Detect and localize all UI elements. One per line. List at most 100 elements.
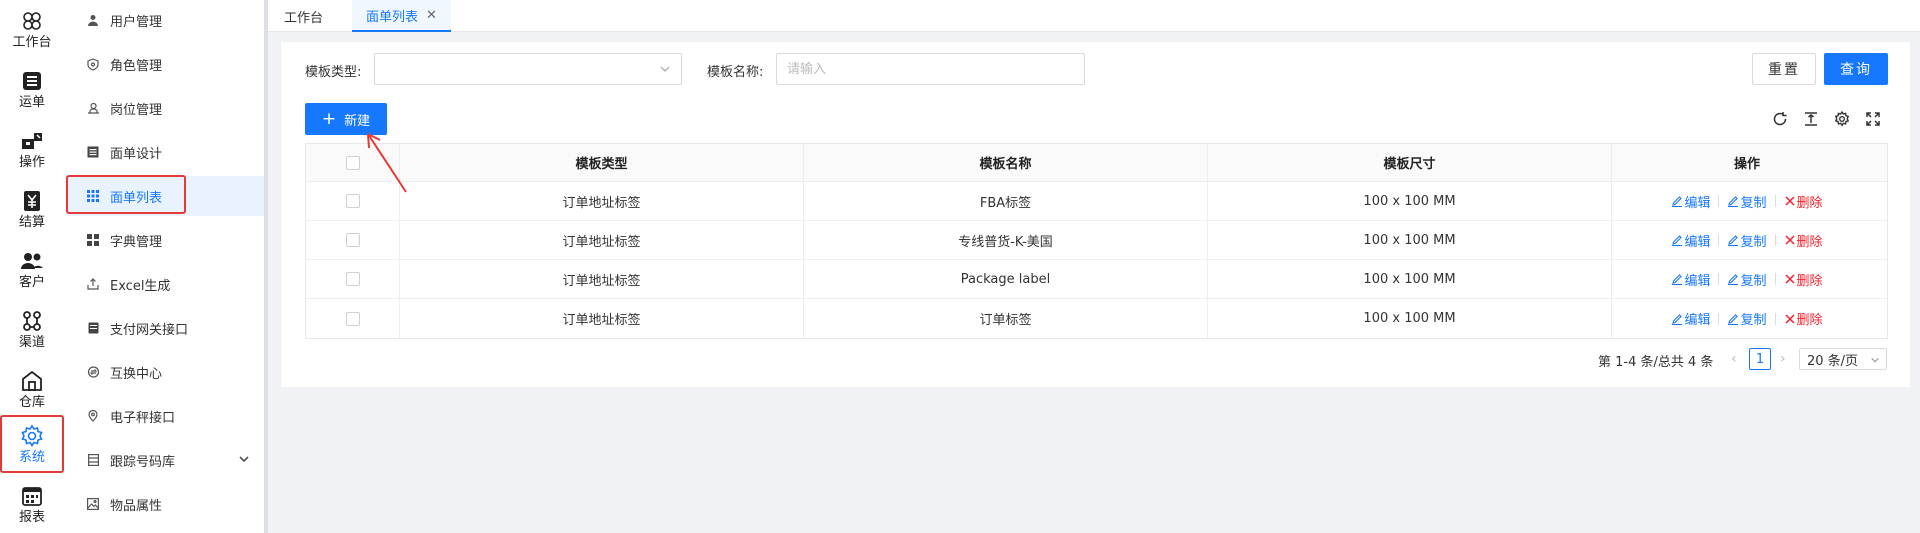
reset-button[interactable]: 重置 xyxy=(1752,53,1816,85)
submenu-item-exchange-center[interactable]: 互换中心 xyxy=(66,352,264,392)
rail-item-system[interactable]: 系统 xyxy=(0,415,64,473)
submenu-item-scale-interface[interactable]: 电子秤接口 xyxy=(66,396,264,436)
type-cell: 订单地址标签 xyxy=(400,221,804,259)
rail-item-label: 渠道 xyxy=(18,334,45,350)
delete-label: 删除 xyxy=(1796,273,1823,289)
template-table: 模板类型 模板名称 模板尺寸 操作 订单地址标签 FBA标签 100 x 100… xyxy=(305,143,1888,339)
copy-button[interactable]: 复制 xyxy=(1727,270,1767,289)
page-size-select[interactable]: 20 条/页 xyxy=(1799,348,1887,370)
submenu-item-dictionary[interactable]: 字典管理 xyxy=(66,220,264,260)
grid-icon xyxy=(86,189,100,203)
refresh-icon[interactable] xyxy=(1771,110,1789,128)
submenu-item-label-design[interactable]: 面单设计 xyxy=(66,132,264,172)
template-name-input[interactable] xyxy=(776,53,1085,85)
query-button[interactable]: 查询 xyxy=(1824,53,1888,85)
chevron-left-icon[interactable]: ‹ xyxy=(1731,351,1737,367)
list-icon xyxy=(19,68,45,94)
pagination-current-page[interactable]: 1 xyxy=(1749,348,1771,370)
edit-label: 编辑 xyxy=(1684,273,1711,289)
copy-label: 复制 xyxy=(1740,273,1767,289)
table-header-row: 模板类型 模板名称 模板尺寸 操作 xyxy=(306,144,1887,182)
edit-button[interactable]: 编辑 xyxy=(1671,192,1710,211)
delete-button[interactable]: 删除 xyxy=(1784,270,1823,289)
chevron-down-icon xyxy=(659,63,671,79)
copy-button[interactable]: 复制 xyxy=(1727,192,1767,211)
column-header[interactable]: 模板名称 xyxy=(804,144,1208,181)
column-height-icon[interactable] xyxy=(1802,110,1820,128)
rail-item-settlement[interactable]: 结算 xyxy=(0,180,64,238)
column-header[interactable]: 模板尺寸 xyxy=(1208,144,1612,181)
rail-item-warehouse[interactable]: 仓库 xyxy=(0,360,64,418)
tab-label: 工作台 xyxy=(284,10,324,26)
submenu-item-payment-gateway[interactable]: 支付网关接口 xyxy=(66,308,264,348)
copy-button[interactable]: 复制 xyxy=(1727,309,1767,328)
settings-icon[interactable] xyxy=(1833,110,1851,128)
submenu-item-label: 用户管理 xyxy=(110,14,163,30)
user-icon xyxy=(86,13,100,27)
row-checkbox[interactable] xyxy=(345,194,360,208)
chevron-right-icon[interactable]: › xyxy=(1780,351,1786,367)
edit-button[interactable]: 编辑 xyxy=(1671,231,1710,250)
rail-item-operate[interactable]: 操作 xyxy=(0,120,64,178)
table-row: 订单地址标签 Package label 100 x 100 MM 编辑 复制 … xyxy=(306,260,1887,299)
delete-icon xyxy=(1784,235,1795,245)
submenu-item-item-attributes[interactable]: 物品属性 xyxy=(66,484,264,524)
delete-button[interactable]: 删除 xyxy=(1784,231,1823,250)
close-icon[interactable]: ✕ xyxy=(426,8,437,23)
edit-button[interactable]: 编辑 xyxy=(1671,270,1710,289)
submenu-item-tracking-pool[interactable]: 跟踪号码库 xyxy=(66,440,264,480)
submenu-item-label-list[interactable]: 面单列表 xyxy=(66,176,264,216)
db-icon xyxy=(86,453,100,467)
type-cell: 订单地址标签 xyxy=(400,299,804,338)
tab-label-list[interactable]: 面单列表 ✕ xyxy=(352,0,451,32)
submenu-item-role-management[interactable]: 角色管理 xyxy=(66,44,264,84)
submenu-item-user-management[interactable]: 用户管理 xyxy=(66,0,264,40)
rail-item-workbench[interactable]: 工作台 xyxy=(0,0,64,58)
delete-label: 删除 xyxy=(1796,234,1823,250)
size-cell: 100 x 100 MM xyxy=(1208,182,1612,220)
template-name-label: 模板名称: xyxy=(707,65,764,80)
edit-icon xyxy=(1672,196,1683,207)
header-checkbox-cell xyxy=(306,144,400,181)
actions-cell: 编辑 复制 删除 xyxy=(1612,260,1882,298)
submenu-item-label: 互换中心 xyxy=(110,366,163,382)
row-checkbox[interactable] xyxy=(345,233,360,247)
warehouse-icon xyxy=(19,368,45,394)
column-header[interactable]: 模板类型 xyxy=(400,144,804,181)
row-checkbox[interactable] xyxy=(345,272,360,286)
name-cell: Package label xyxy=(804,260,1208,298)
export-icon xyxy=(86,277,100,291)
tab-bar: 工作台 面单列表 ✕ xyxy=(268,0,1920,32)
copy-icon xyxy=(1728,235,1739,246)
edit-label: 编辑 xyxy=(1684,234,1711,250)
system-submenu: 用户管理 角色管理 岗位管理 面单设计 面单列表 字典管理 Excel生成 支付… xyxy=(64,0,268,533)
submenu-item-post-management[interactable]: 岗位管理 xyxy=(66,88,264,128)
rail-item-label: 工作台 xyxy=(12,34,52,50)
template-type-select[interactable] xyxy=(374,53,682,85)
actions-cell: 编辑 复制 删除 xyxy=(1612,182,1882,220)
rail-item-waybill[interactable]: 运单 xyxy=(0,60,64,118)
submenu-divider[interactable] xyxy=(264,0,268,533)
action-divider xyxy=(1774,234,1776,246)
submenu-item-excel[interactable]: Excel生成 xyxy=(66,264,264,304)
plus-icon: + xyxy=(321,108,337,129)
select-all-checkbox[interactable] xyxy=(345,155,360,170)
rail-item-channel[interactable]: 渠道 xyxy=(0,300,64,358)
fullscreen-icon[interactable] xyxy=(1864,110,1882,128)
image-icon xyxy=(86,497,100,511)
delete-button[interactable]: 删除 xyxy=(1784,309,1823,328)
tab-workbench[interactable]: 工作台 xyxy=(270,0,337,32)
rail-item-report[interactable]: 报表 xyxy=(0,475,64,533)
rail-item-customer[interactable]: 客户 xyxy=(0,240,64,298)
swap-icon xyxy=(86,365,100,379)
row-checkbox[interactable] xyxy=(345,311,360,326)
chevron-down-icon[interactable] xyxy=(238,453,250,469)
name-cell: 订单标签 xyxy=(804,299,1208,338)
tab-label: 面单列表 xyxy=(366,9,419,25)
copy-button[interactable]: 复制 xyxy=(1727,231,1767,250)
new-button[interactable]: + 新建 xyxy=(305,103,387,135)
delete-button[interactable]: 删除 xyxy=(1784,192,1823,211)
submenu-item-label: 角色管理 xyxy=(110,58,163,74)
chevron-down-icon xyxy=(1870,354,1880,369)
edit-button[interactable]: 编辑 xyxy=(1671,309,1710,328)
